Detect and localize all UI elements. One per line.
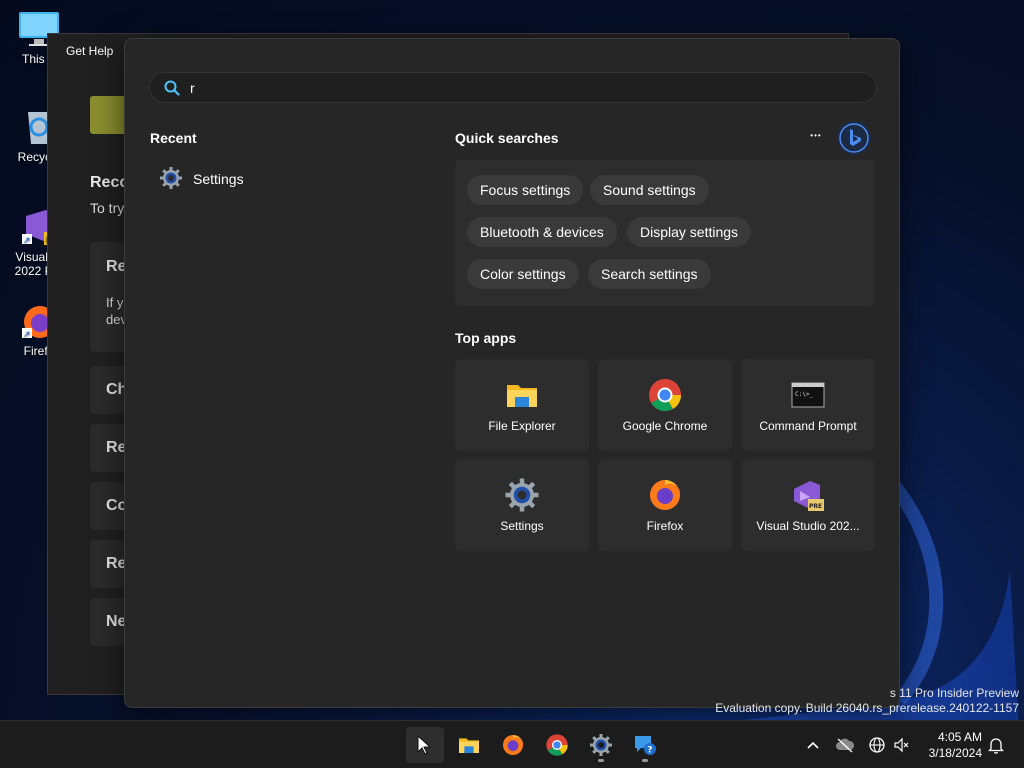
more-options-button[interactable]: ••• [805,125,827,147]
chrome-icon [647,377,683,413]
speaker-muted-icon [894,737,909,753]
recent-heading: Recent [150,130,197,146]
folder-icon [459,738,479,753]
firefox-icon [503,735,524,755]
quick-searches-heading: Quick searches [455,130,559,146]
taskbar-chrome[interactable] [538,727,576,763]
taskbar: ? 4:05 AM 3/18/2024 [0,720,1024,768]
search-icon [164,80,180,99]
globe-icon [869,737,885,753]
quick-search-chip[interactable]: Display settings [627,217,752,247]
watermark-line: Evaluation copy. Build 26040.rs_prerelea… [715,701,1019,715]
gear-icon [159,166,183,193]
network-tray[interactable] [865,733,889,757]
svg-text:↗: ↗ [23,236,31,246]
watermark-line: s 11 Pro Insider Preview [889,686,1019,700]
quick-search-chip[interactable]: Focus settings [467,175,584,205]
app-tile-settings[interactable]: Settings [455,459,589,551]
app-tile-firefox[interactable]: Firefox [598,459,732,551]
app-tile-label: File Explorer [488,419,556,433]
chrome-icon [546,734,568,756]
recent-item-label: Settings [193,171,244,187]
search-input[interactable] [190,77,850,99]
quick-search-chip[interactable]: Bluetooth & devices [467,217,617,247]
volume-tray[interactable] [890,733,914,757]
quick-searches-panel: Focus settings Sound settings Bluetooth … [455,160,875,306]
start-button[interactable] [406,727,444,763]
search-flyout: Recent Settings Quick searches ••• Focus… [124,38,900,708]
top-apps-heading: Top apps [455,330,517,346]
quick-search-chip[interactable]: Sound settings [590,175,709,205]
firefox-icon [647,477,683,513]
taskbar-firefox[interactable] [494,727,532,763]
gear-icon [590,734,612,756]
get-help-title: Get Help [66,44,114,58]
start-icon [417,735,432,755]
app-tile-label: Visual Studio 202... [756,519,860,533]
svg-text:PRE: PRE [809,503,822,510]
svg-text:?: ? [647,746,652,756]
cloud-offline-icon [836,738,855,753]
notifications-button[interactable] [984,733,1008,757]
running-indicator [598,759,604,762]
svg-text:C:\>_: C:\>_ [795,391,813,398]
recent-item-settings[interactable]: Settings [153,161,373,197]
running-indicator [642,759,648,762]
visual-studio-icon: PRE [790,477,826,513]
show-hidden-icons-button[interactable] [801,733,825,757]
app-tile-label: Settings [500,519,544,533]
clock-date: 3/18/2024 [928,746,982,760]
chevron-up-icon [807,741,819,749]
app-tile-command-prompt[interactable]: C:\>_ Command Prompt [741,359,875,451]
bing-button[interactable] [837,121,871,155]
taskbar-file-explorer[interactable] [450,727,488,763]
clock-time: 4:05 AM [937,730,982,744]
evaluation-watermark: s 11 Pro Insider Preview Evaluation copy… [715,686,1019,716]
get-help-subtext: To try [90,200,125,216]
folder-icon [504,377,540,413]
taskbar-get-help[interactable]: ? [626,727,664,763]
app-tile-label: Firefox [646,519,684,533]
taskbar-settings[interactable] [582,727,620,763]
terminal-icon: C:\>_ [790,377,826,413]
help-icon: ? [635,736,656,756]
svg-text:↗: ↗ [23,330,31,340]
gear-icon [504,477,540,513]
app-tile-visual-studio[interactable]: PRE Visual Studio 202... [741,459,875,551]
app-tile-label: Command Prompt [759,419,857,433]
app-tile-file-explorer[interactable]: File Explorer [455,359,589,451]
app-tile-label: Google Chrome [622,419,708,433]
quick-search-chip[interactable]: Search settings [588,259,711,289]
bing-icon [839,123,869,153]
search-box[interactable] [149,72,877,103]
quick-search-chip[interactable]: Color settings [467,259,579,289]
system-clock[interactable]: 4:05 AM 3/18/2024 [922,729,982,761]
onedrive-tray[interactable] [833,733,857,757]
bell-icon [988,738,1004,754]
app-tile-google-chrome[interactable]: Google Chrome [598,359,732,451]
